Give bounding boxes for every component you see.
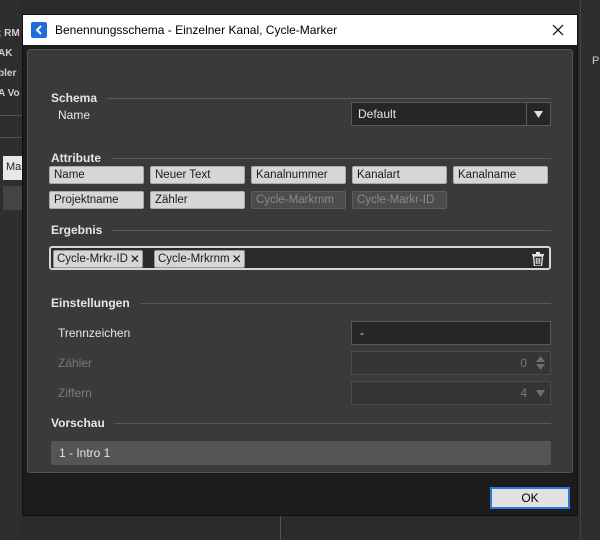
app-logo-icon [31,22,47,38]
bg-divider [280,516,281,540]
ok-button[interactable]: OK [490,487,570,509]
counter-label: Zähler [58,356,93,370]
stepper-arrows-icon [533,352,547,374]
clear-result-button[interactable] [531,251,545,267]
section-title: Attribute [51,151,101,165]
attribute-chip-cycle-markr-id: Cycle-Markr-ID [352,191,447,209]
bg-text-fragment: AK [0,48,13,59]
bg-divider [0,115,22,116]
schema-name-label: Name [58,108,91,122]
bg-text-fragment: P [592,55,600,67]
section-divider [112,229,551,231]
bg-text-fragment: A Vo [0,88,20,99]
section-einstellungen: Einstellungen [51,295,551,311]
section-divider [114,422,551,424]
triangle-down-icon [534,110,543,118]
section-title: Ergebnis [51,223,103,237]
token-label: Cycle-Mrkr-ID [57,253,128,265]
naming-scheme-dialog: Benennungsschema - Einzelner Kanal, Cycl… [22,14,578,516]
digits-label: Ziffern [58,386,92,400]
attribute-chip-zaehler[interactable]: Zähler [150,191,245,209]
attribute-chip-kanalnummer[interactable]: Kanalnummer [251,166,346,184]
close-button[interactable] [547,20,569,40]
remove-token-icon[interactable]: ✕ [232,251,242,267]
section-attribute: Attribute [51,150,551,166]
trash-icon [532,252,544,266]
bg-divider [0,137,22,138]
section-divider [107,97,551,99]
bg-divider [580,0,581,540]
dropdown-value: Default [358,107,397,121]
attribute-chip-kanalname[interactable]: Kanalname [453,166,548,184]
close-icon [552,24,564,36]
attribute-chip-kanalart[interactable]: Kanalart [352,166,447,184]
section-vorschau: Vorschau [51,415,551,431]
section-title: Vorschau [51,416,105,430]
attribute-chip-neuer-text[interactable]: Neuer Text [150,166,245,184]
bg-text-fragment: ; RM [0,28,20,39]
dropdown-arrow-button[interactable] [526,103,550,125]
section-divider [111,157,551,159]
remove-token-icon[interactable]: ✕ [130,251,140,267]
section-title: Einstellungen [51,296,130,310]
schema-name-dropdown[interactable]: Default [351,102,551,126]
section-title: Schema [51,91,98,105]
bg-text-fragment: bler [0,68,17,79]
preview-field: 1 - Intro 1 [51,441,551,465]
result-token[interactable]: Cycle-Mrkr-ID ✕ [53,250,143,268]
window-title: Benennungsschema - Einzelner Kanal, Cycl… [55,23,338,37]
settings-panel: Schema Name Default Attribute Name Neuer… [27,49,573,473]
result-token[interactable]: Cycle-Mrkrnm ✕ [154,250,245,268]
attribute-chip-cycle-markrnm: Cycle-Markrnm [251,191,346,209]
digits-value: 4 [520,386,527,400]
title-bar: Benennungsschema - Einzelner Kanal, Cycl… [23,15,577,45]
result-token-field[interactable]: Cycle-Mrkr-ID ✕ Cycle-Mrkrnm ✕ [49,246,551,270]
separator-input[interactable]: - [351,321,551,345]
background-app-right: P [578,0,600,540]
section-divider [139,302,551,304]
counter-stepper: 0 [351,351,551,375]
background-app-left: ; RM AK bler A Vo Ma [0,0,22,540]
attribute-chip-name[interactable]: Name [49,166,144,184]
counter-value: 0 [520,356,527,370]
section-ergebnis: Ergebnis [51,222,551,238]
separator-label: Trennzeichen [58,326,131,340]
bg-input-fragment: Ma [3,156,22,180]
token-label: Cycle-Mrkrnm [158,253,230,265]
attribute-chip-projektname[interactable]: Projektname [49,191,144,209]
triangle-down-icon [533,382,547,404]
digits-dropdown: 4 [351,381,551,405]
bg-button-fragment [3,186,22,210]
